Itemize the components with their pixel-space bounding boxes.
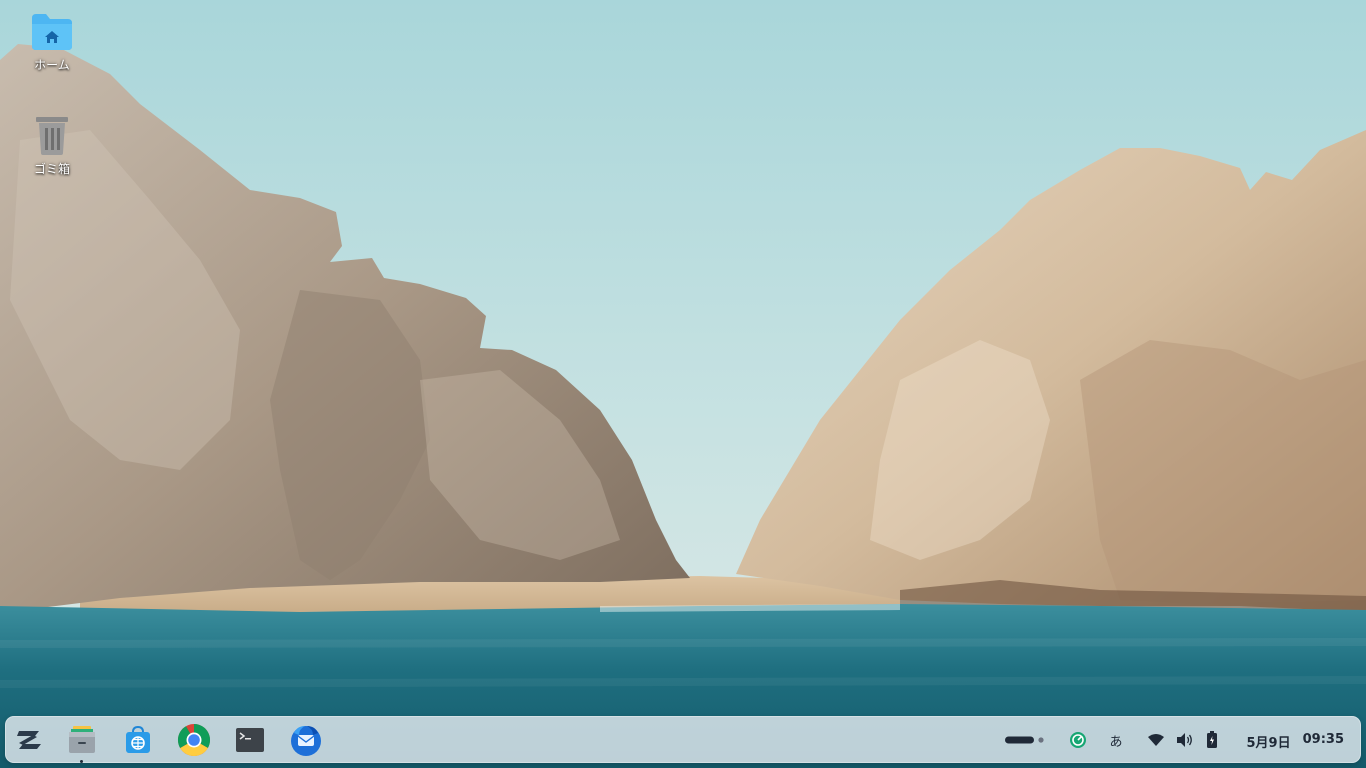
app-menu-button[interactable] [9, 720, 49, 760]
desktop-icon-trash[interactable]: ゴミ箱 [22, 114, 82, 177]
workspace-indicator-icon [1005, 736, 1044, 744]
wifi-icon [1148, 734, 1164, 746]
clock-time: 09:35 [1302, 732, 1344, 747]
battery-icon [1207, 731, 1217, 748]
clock[interactable]: 5月9日 09:35 [1247, 732, 1344, 751]
workspace-indicator[interactable] [1001, 727, 1049, 753]
desktop-icon-home[interactable]: ホーム [22, 12, 82, 73]
taskbar: あ 5月9日 09:35 [5, 716, 1361, 763]
terminal-icon [236, 728, 264, 752]
taskbar-software-button[interactable] [118, 720, 158, 760]
software-store-icon [126, 725, 150, 753]
zorin-menu-icon [17, 731, 41, 749]
trash-icon [36, 117, 68, 155]
input-method-indicator[interactable]: あ [1103, 727, 1129, 753]
input-method-label: あ [1109, 734, 1123, 750]
volume-indicator[interactable] [1173, 727, 1195, 753]
clock-date: 5月9日 [1246, 736, 1291, 751]
thunderbird-icon [291, 726, 321, 756]
taskbar-terminal-button[interactable] [230, 720, 270, 760]
files-icon [69, 726, 95, 753]
update-indicator[interactable] [1065, 727, 1091, 753]
volume-icon [1177, 733, 1192, 747]
taskbar-thunderbird-button[interactable] [286, 720, 326, 760]
desktop-icon-label: ゴミ箱 [33, 162, 70, 176]
desktop-wallpaper [0, 0, 1366, 768]
chrome-icon [177, 723, 211, 757]
home-folder-icon [32, 14, 72, 50]
taskbar-chrome-button[interactable] [174, 720, 214, 760]
wifi-indicator[interactable] [1145, 727, 1167, 753]
update-icon [1070, 732, 1086, 748]
running-indicator [80, 760, 83, 763]
taskbar-files-button[interactable] [62, 720, 102, 760]
battery-indicator[interactable] [1201, 727, 1223, 753]
desktop-icon-label: ホーム [34, 58, 70, 72]
